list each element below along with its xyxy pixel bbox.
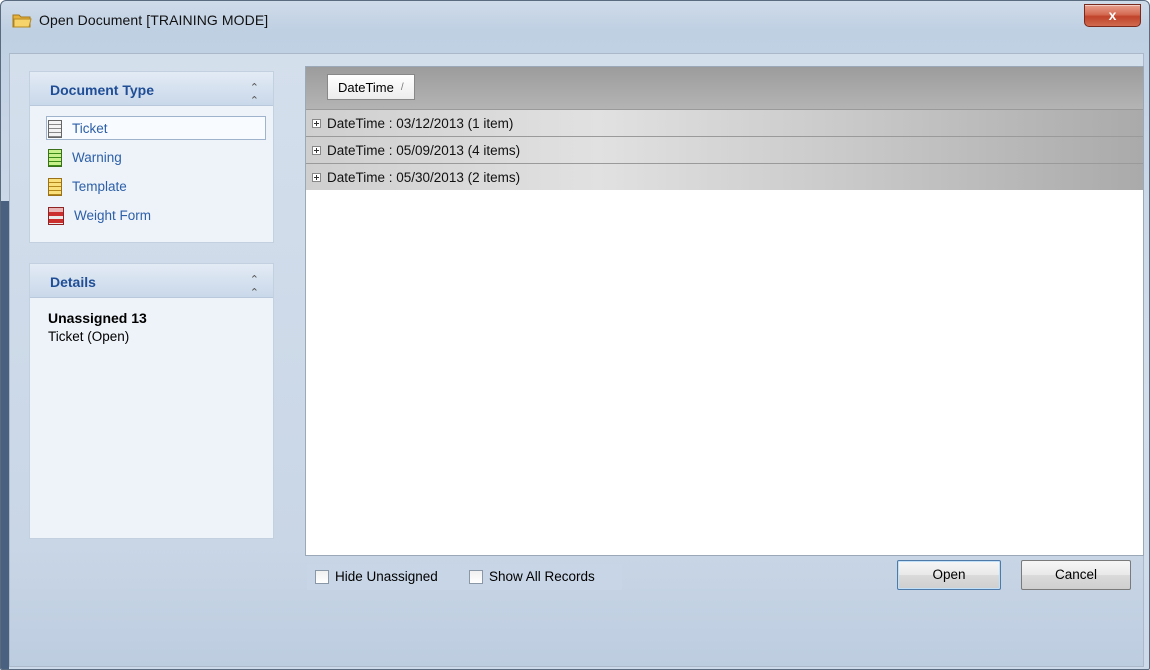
expand-plus-icon[interactable] [312,145,321,155]
group-row-label: DateTime : 03/12/2013 (1 item) [327,115,514,131]
hide-unassigned-option[interactable]: Hide Unassigned [315,569,438,584]
group-by-area: DateTime / [306,67,1143,109]
expand-plus-icon[interactable] [312,118,321,128]
document-type-ticket[interactable]: Ticket [46,114,273,143]
group-row[interactable]: DateTime : 05/09/2013 (4 items) [306,136,1143,163]
weight-form-icon [48,206,64,225]
hide-unassigned-checkbox[interactable] [315,569,329,584]
show-all-records-checkbox[interactable] [469,569,483,584]
open-button[interactable]: Open [897,560,1001,590]
folder-icon [12,14,32,28]
hide-unassigned-label: Hide Unassigned [335,569,438,584]
details-header[interactable]: Details ⌃ ⌃ [30,264,273,299]
expand-plus-icon[interactable] [312,172,321,182]
group-row-label: DateTime : 05/09/2013 (4 items) [327,142,521,158]
document-type-label: Weight Form [74,208,152,223]
details-body: Unassigned 13 Ticket (Open) [30,298,273,344]
document-type-label: Warning [72,150,122,165]
window-title: Open Document [TRAINING MODE] [39,12,269,28]
document-type-header[interactable]: Document Type ⌃ ⌃ [30,72,273,107]
document-type-weight-form[interactable]: Weight Form [48,201,273,230]
group-row[interactable]: DateTime : 05/30/2013 (2 items) [306,163,1143,190]
warning-doc-icon [48,148,62,167]
details-document-status: Ticket (Open) [48,329,130,344]
document-type-panel: Document Type ⌃ ⌃ Ticket Warning Template… [29,71,274,243]
open-document-dialog: Open Document [TRAINING MODE] x Document… [0,0,1150,670]
group-row-label: DateTime : 05/30/2013 (2 items) [327,169,521,185]
options-bar: Hide Unassigned Show All Records [307,564,622,590]
document-type-list: Ticket Warning Template Weight Form [30,106,273,230]
group-row[interactable]: DateTime : 03/12/2013 (1 item) [306,109,1143,136]
close-button[interactable]: x [1084,4,1141,27]
sort-ascending-icon: / [400,81,404,93]
collapse-chevron-icon[interactable]: ⌃ ⌃ [250,273,259,299]
document-type-label: Template [72,179,127,194]
title-bar: Open Document [TRAINING MODE] x [1,1,1149,35]
details-panel: Details ⌃ ⌃ Unassigned 13 Ticket (Open) [29,263,274,539]
group-by-column-label: DateTime [338,79,394,95]
show-all-records-label: Show All Records [489,569,595,584]
document-type-warning[interactable]: Warning [48,143,273,172]
documents-grid: DateTime / DateTime : 03/12/2013 (1 item… [305,66,1144,556]
document-type-label: Ticket [72,121,108,136]
window-edge-shade [1,201,9,669]
ticket-doc-icon [48,119,62,138]
cancel-button[interactable]: Cancel [1021,560,1131,590]
details-title: Details [50,274,96,290]
document-type-template[interactable]: Template [48,172,273,201]
details-document-name: Unassigned 13 [48,310,147,326]
collapse-chevron-icon[interactable]: ⌃ ⌃ [250,81,259,107]
show-all-records-option[interactable]: Show All Records [469,569,595,584]
group-by-column-chip[interactable]: DateTime / [327,74,415,100]
template-doc-icon [48,177,62,196]
document-type-title: Document Type [50,82,154,98]
